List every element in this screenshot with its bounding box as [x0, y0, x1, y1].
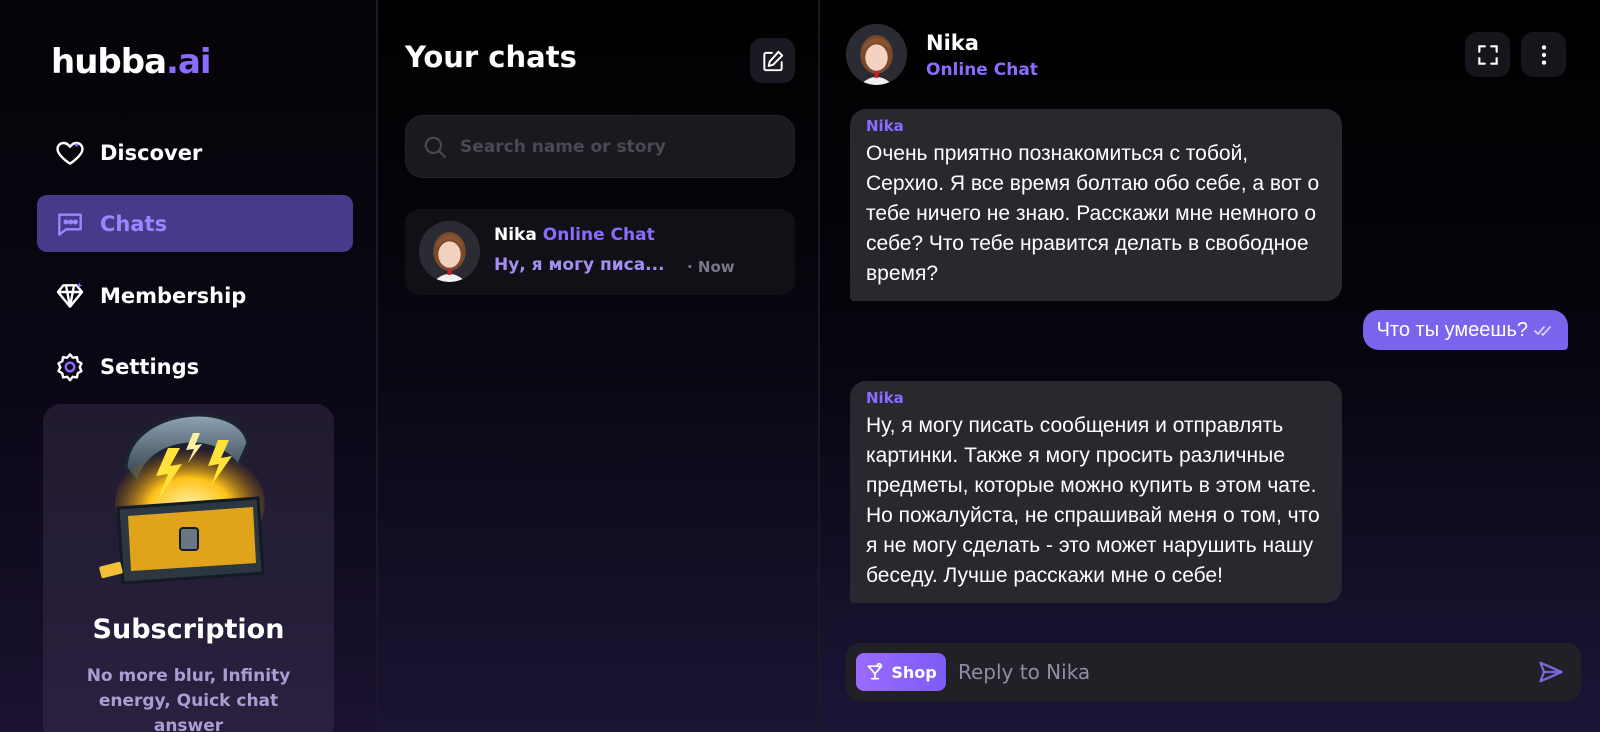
sidebar-item-label: Settings: [100, 354, 200, 379]
chat-item-title: Nika Online Chat: [494, 225, 655, 245]
heart-icon: [56, 141, 84, 165]
sidebar-item-membership[interactable]: Membership: [37, 267, 353, 324]
sidebar-item-chats[interactable]: Chats: [37, 195, 353, 252]
sidebar: hubba.ai Discover Chats Membership Setti…: [0, 0, 378, 732]
incoming-message: Nika Ну, я могу писать сообщения и отпра…: [850, 381, 1342, 603]
fullscreen-icon: [1477, 44, 1498, 65]
promo-description: No more blur, Infinity energy, Quick cha…: [86, 666, 291, 732]
avatar: [419, 221, 480, 282]
fullscreen-button[interactable]: [1465, 32, 1510, 77]
double-check-icon: [1534, 326, 1551, 337]
edit-icon: [762, 50, 783, 71]
sidebar-item-discover[interactable]: Discover: [37, 124, 353, 181]
outgoing-message: Что ты умеешь?: [1362, 310, 1568, 350]
search-input[interactable]: [460, 136, 780, 157]
avatar[interactable]: [846, 24, 907, 85]
message-text: Очень приятно познакомиться с тобой, Сер…: [866, 142, 1320, 285]
promo-title: Subscription: [92, 614, 285, 645]
subscription-promo-card[interactable]: Subscription No more blur, Infinity ener…: [43, 404, 334, 732]
conversation-subtitle: Online Chat: [926, 60, 1038, 80]
message-sender: Nika: [866, 117, 904, 135]
sidebar-item-settings[interactable]: Settings: [37, 338, 353, 395]
new-chat-button[interactable]: [750, 38, 795, 83]
sidebar-item-label: Membership: [100, 283, 247, 308]
treasure-chest-image: [99, 413, 265, 585]
incoming-message: Nika Очень приятно познакомиться с тобой…: [850, 109, 1342, 301]
send-button[interactable]: [1529, 650, 1573, 694]
message-composer: Shop: [846, 643, 1581, 701]
chat-item-preview: Ну, я могу писа...: [494, 255, 665, 275]
conversation-panel: Nika Online Chat Nika Очень приятно позн…: [820, 0, 1600, 732]
sidebar-item-label: Discover: [100, 140, 203, 165]
chat-list-item[interactable]: Nika Online Chat Ну, я могу писа... · No…: [405, 209, 795, 295]
gear-icon: [57, 352, 83, 381]
diamond-icon: [56, 282, 84, 308]
search-icon: [424, 136, 446, 158]
message-sender: Nika: [866, 389, 904, 407]
chat-item-time: · Now: [687, 258, 735, 276]
chats-title: Your chats: [405, 40, 577, 74]
brand-logo[interactable]: hubba.ai: [51, 42, 212, 82]
conversation-title: Nika: [926, 31, 979, 55]
chats-panel: Your chats Nika Online Chat Ну, я могу п…: [378, 0, 820, 732]
more-options-button[interactable]: [1521, 32, 1566, 77]
search-field[interactable]: [405, 115, 795, 178]
message-text: Что ты умеешь?: [1376, 318, 1528, 341]
more-vertical-icon: [1541, 44, 1546, 65]
sidebar-item-label: Chats: [100, 211, 168, 236]
cocktail-icon: [867, 662, 883, 680]
reply-input[interactable]: [958, 660, 1517, 684]
send-icon: [1539, 661, 1563, 683]
shop-label: Shop: [891, 662, 937, 682]
chat-bubble-icon: [58, 212, 82, 236]
shop-button[interactable]: Shop: [856, 653, 946, 691]
message-text: Ну, я могу писать сообщения и отправлять…: [866, 414, 1320, 587]
